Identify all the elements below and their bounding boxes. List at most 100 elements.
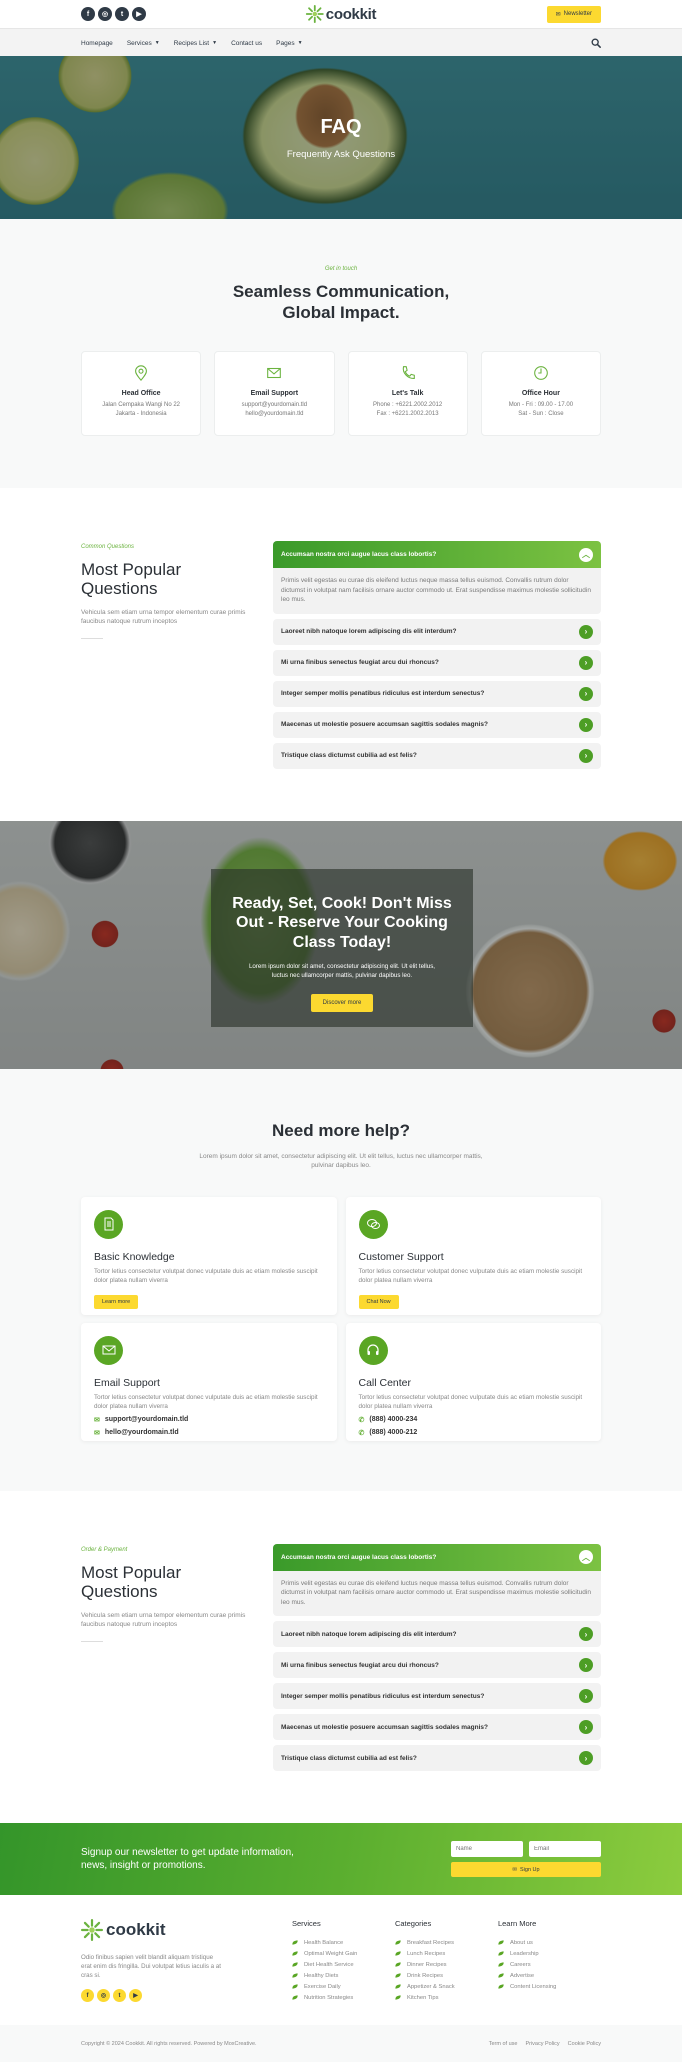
leaf-icon [497,1962,505,1967]
accordion-item[interactable]: Integer semper mollis penatibus ridiculu… [273,1683,601,1709]
newsletter-label: Newsletter [563,11,592,17]
accordion-item[interactable]: Maecenas ut molestie posuere accumsan sa… [273,711,601,738]
nav-recipes-list[interactable]: Recipes List ▼ [174,40,217,47]
card-line: Jalan Cempaka Wangi No 22 [102,402,181,408]
headset-icon [358,1335,388,1365]
chevron-right-icon[interactable]: › [579,1658,593,1672]
instagram-icon[interactable]: ◎ [97,1989,110,2002]
footer-link[interactable]: Breakfast Recipes [394,1937,498,1948]
facebook-icon[interactable]: f [81,7,95,21]
envelope-icon: ✉ [555,11,561,18]
youtube-icon[interactable]: ▶ [129,1989,142,2002]
email-text: hello@yourdomain.tld [104,1429,179,1436]
chevron-right-icon[interactable]: › [579,1751,593,1765]
chevron-right-icon[interactable]: › [579,1720,593,1734]
footer-column-learn-more: Learn More About us Leadership Careers A… [497,1919,601,2003]
search-icon[interactable] [591,38,601,48]
leaf-icon [291,1995,299,2000]
card-line[interactable]: hello@yourdomain.tld [242,410,307,419]
phone-icon [402,366,415,379]
footer-link[interactable]: Healthy Diets [291,1970,395,1981]
instagram-icon[interactable]: ◎ [98,7,112,21]
footer-column-services: Services Health Balance Optimal Weight G… [291,1919,395,2003]
envelope-icon: ✉ [512,1866,518,1873]
footer-link[interactable]: Content Licensing [497,1981,601,1992]
footer-link[interactable]: Leadership [497,1948,601,1959]
card-title: Head Office [121,390,161,397]
footer-logo[interactable]: cookkit [81,1919,292,1941]
facebook-icon[interactable]: f [81,1989,94,2002]
question-text: Integer semper mollis penatibus ridiculu… [281,690,485,697]
footer-link[interactable]: Optimal Weight Gain [291,1948,395,1959]
footer-link[interactable]: Health Balance [291,1937,395,1948]
chat-now-button[interactable]: Chat Now [358,1294,399,1309]
footer-link[interactable]: Advertise [497,1970,601,1981]
cookie-link[interactable]: Cookie Policy [568,2041,601,2047]
privacy-link[interactable]: Privacy Policy [525,2041,559,2047]
accordion-header[interactable]: Accumsan nostra orci augue lacus class l… [273,541,601,568]
twitter-icon[interactable]: t [113,1989,126,2002]
leaf-icon [394,1995,402,2000]
youtube-icon[interactable]: ▶ [132,7,146,21]
card-line: Sat - Sun : Close [518,411,564,417]
footer-link[interactable]: Appetizer & Snack [394,1981,498,1992]
card-title: Basic Knowledge [94,1250,175,1263]
logo-burst-icon [81,1919,103,1941]
email-input[interactable] [529,1841,601,1857]
copyright: Copyright © 2024 Cookkit. All rights res… [81,2040,257,2047]
card-line: Fax : +6221.2002.2013 [376,411,439,417]
footer-link[interactable]: Careers [497,1959,601,1970]
chevron-down-icon: ▼ [212,40,218,46]
card-line[interactable]: support@yourdomain.tld [242,401,307,410]
accordion-item[interactable]: Maecenas ut molestie posuere accumsan sa… [273,1714,601,1740]
footer-link[interactable]: Nutrition Strategies [291,1992,395,2003]
accordion-item[interactable]: Integer semper mollis penatibus ridiculu… [273,680,601,707]
nav-homepage[interactable]: Homepage [81,40,113,47]
discover-more-button[interactable]: Discover more [310,994,374,1012]
chevron-right-icon[interactable]: › [579,748,593,763]
terms-link[interactable]: Term of use [489,2041,518,2047]
chevron-up-icon[interactable]: ︿ [579,1550,593,1564]
nav-contact-us[interactable]: Contact us [231,40,262,47]
twitter-icon[interactable]: t [115,7,129,21]
sign-up-button[interactable]: ✉ Sign Up [451,1862,601,1877]
phone-contact[interactable]: ✆ (888) 4000-212 [359,1429,589,1437]
footer-link[interactable]: Exercise Daily [291,1981,395,1992]
card-title: Let's Talk [391,390,424,397]
footer-link[interactable]: Kitchen Tips [394,1992,498,2003]
footer-link[interactable]: Diet Health Service [291,1959,395,1970]
column-title: Services [291,1919,321,1928]
accordion-item[interactable]: Laoreet nibh natoque lorem adipiscing di… [273,618,601,645]
hero-banner: FAQ Frequently Ask Questions [0,56,682,219]
footer-link[interactable]: Drink Recipes [394,1970,498,1981]
name-input[interactable] [451,1841,523,1857]
footer-link[interactable]: Lunch Recipes [394,1948,498,1959]
email-text: support@yourdomain.tld [104,1416,189,1423]
accordion-item[interactable]: Tristique class dictumst cubilia ad est … [273,742,601,769]
accordion-item[interactable]: Tristique class dictumst cubilia ad est … [273,1745,601,1771]
chevron-right-icon[interactable]: › [579,717,593,732]
chevron-up-icon[interactable]: ︿ [579,547,593,562]
accordion-item[interactable]: Mi urna finibus senectus feugiat arcu du… [273,1652,601,1678]
nav-pages[interactable]: Pages ▼ [276,40,302,47]
accordion-header[interactable]: Accumsan nostra orci augue lacus class l… [273,1543,601,1571]
footer-link[interactable]: Dinner Recipes [394,1959,498,1970]
chevron-right-icon[interactable]: › [579,1689,593,1703]
chevron-right-icon[interactable]: › [579,686,593,701]
email-contact[interactable]: ✉ support@yourdomain.tld [94,1416,324,1424]
chevron-right-icon[interactable]: › [579,1627,593,1641]
accordion-item[interactable]: Mi urna finibus senectus feugiat arcu du… [273,649,601,676]
phone-contact[interactable]: ✆ (888) 4000-234 [359,1416,589,1424]
learn-more-button[interactable]: Learn more [94,1294,139,1309]
faq-description: Vehicula sem etiam urna tempor elementum… [81,609,246,625]
card-title: Email Support [94,1376,160,1389]
chevron-right-icon[interactable]: › [579,624,593,639]
logo[interactable]: cookkit [305,5,377,23]
chevron-right-icon[interactable]: › [579,655,593,670]
email-contact[interactable]: ✉ hello@yourdomain.tld [94,1429,324,1437]
phone-text: (888) 4000-212 [369,1429,418,1436]
footer-link[interactable]: About us [497,1937,601,1948]
newsletter-button[interactable]: ✉ Newsletter [546,5,601,23]
nav-services[interactable]: Services ▼ [127,40,160,47]
accordion-item[interactable]: Laoreet nibh natoque lorem adipiscing di… [273,1621,601,1647]
